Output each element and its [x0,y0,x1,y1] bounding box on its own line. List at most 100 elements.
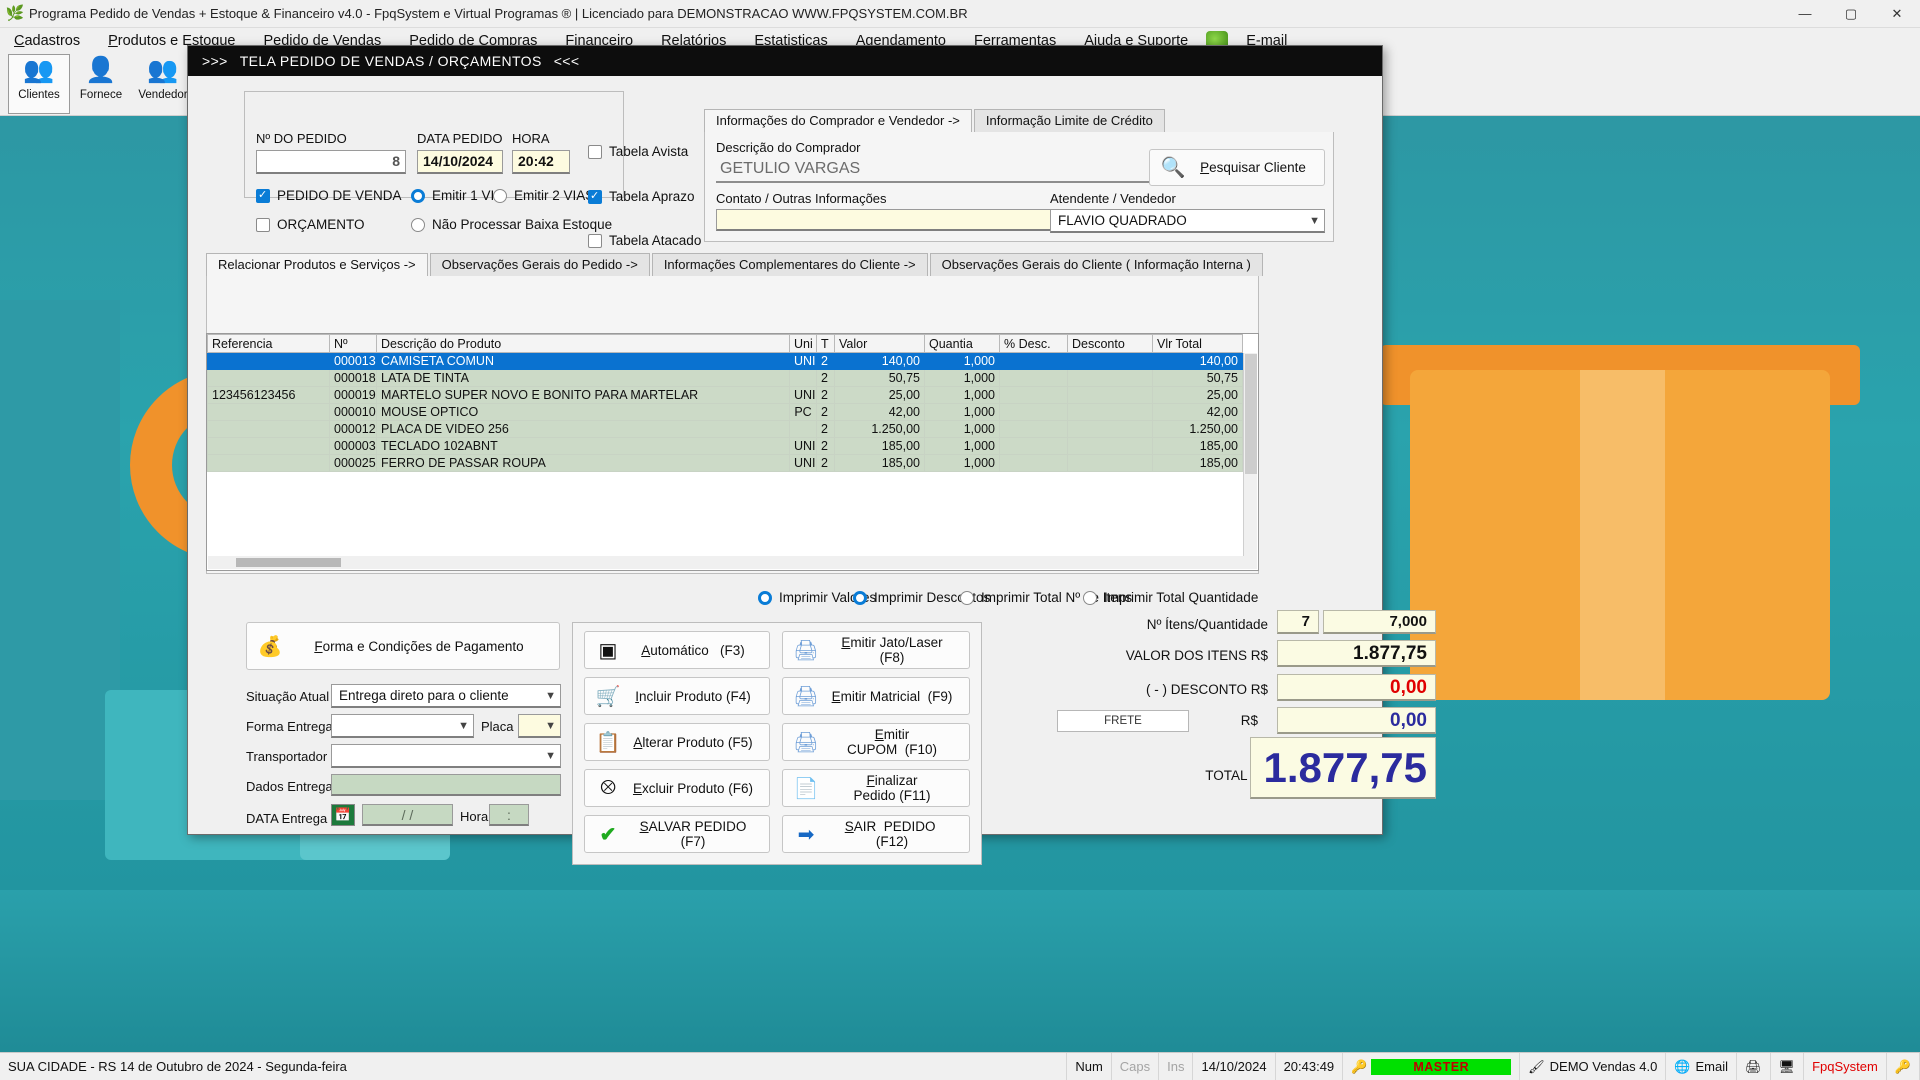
tab-informacoes-complementares-cliente[interactable]: Informações Complementares do Cliente -> [651,253,928,276]
cell-perc-desc [999,437,1068,455]
tab-observacoes-gerais-pedido[interactable]: Observações Gerais do Pedido -> [429,253,650,276]
hora-pedido-input[interactable]: 20:42 [512,150,570,174]
tabela-atacado-label: Tabela Atacado [609,233,702,248]
table-row[interactable]: 000013 CAMISETA COMUN UNI 2 140,00 1,000… [207,352,1243,370]
cell-descricao: TECLADO 102ABNT [376,437,790,455]
forma-condicoes-pagamento-button[interactable]: 💰 Forma e Condições de Pagamento [246,622,560,670]
situacao-atual-select[interactable]: Entrega direto para o cliente ▼ [331,684,561,708]
alterar-produto-f5-button[interactable]: 📋 Alterar Produto (F5) [584,723,770,761]
printer-icon[interactable]: 🖨 [1737,1053,1771,1080]
minimize-button[interactable]: — [1782,0,1828,28]
forma-entrega-select[interactable]: ▼ [331,714,474,738]
cell-quantia: 1,000 [924,352,1000,370]
dados-entrega-input[interactable] [331,774,561,796]
hora-entrega-input[interactable]: : [489,804,529,826]
grid-col-quantia[interactable]: Quantia [924,334,1000,353]
tab-informacao-limite-credito[interactable]: Informação Limite de Crédito [973,109,1165,132]
table-row[interactable]: 000003 TECLADO 102ABNT UNI 2 185,00 1,00… [207,437,1243,455]
tabela-avista-checkbox-box[interactable] [588,144,602,159]
grid-col-valor[interactable]: Valor [834,334,925,353]
frete-button[interactable]: FRETE [1057,710,1189,732]
radio-emitir-2-vias[interactable]: Emitir 2 VIAS [493,188,594,203]
numero-pedido-input[interactable]: 8 [256,150,406,174]
emitir-jato-laser-f8-button[interactable]: 🖨 Emitir Jato/Laser (F8) [782,631,970,669]
network-icon[interactable]: 🖥 [1771,1053,1805,1080]
close-button[interactable]: ✕ [1874,0,1920,28]
cell-perc-desc [999,420,1068,438]
table-row[interactable]: 000010 MOUSE OPTICO PC 2 42,00 1,000 42,… [207,403,1243,421]
emitir-matricial-f9-button[interactable]: 🖨 Emitir Matricial (F9) [782,677,970,715]
pedido-venda-checkbox-box[interactable] [256,188,270,203]
grid-col-t[interactable]: T [816,334,835,353]
grid-hscroll-thumb[interactable] [236,558,341,567]
grid-col-descricao[interactable]: Descrição do Produto [376,334,790,353]
menu-item-cadastros[interactable]: CCadastrosadastros [0,31,94,51]
tabela-aprazo-checkbox-box[interactable] [588,189,602,204]
data-pedido-input[interactable]: 14/10/2024 [417,150,503,174]
finalizar-pedido-f11-button[interactable]: 📄 Finalizar Pedido (F11) [782,769,970,807]
checkbox-tabela-avista[interactable]: Tabela Avista [588,144,688,159]
sair-pedido-f12-button[interactable]: ➡ SAIR PEDIDO (F12) [782,815,970,853]
grid-col-vlr-total[interactable]: Vlr Total [1152,334,1243,353]
data-entrega-input[interactable]: / / [362,804,453,826]
nao-processar-baixa-radio[interactable] [411,217,425,232]
cell-desconto [1067,352,1153,370]
imprimir-total-quantidade-radio[interactable] [1083,590,1097,605]
salvar-pedido-f7-button[interactable]: ✔ SALVAR PEDIDO (F7) [584,815,770,853]
toolbar-item-clientes[interactable]: 👥 Clientes [8,54,70,114]
checkbox-tabela-aprazo[interactable]: Tabela Aprazo [588,189,695,204]
checkbox-orcamento[interactable]: ORÇAMENTO [256,217,365,232]
emitir-2-vias-radio[interactable] [493,188,507,203]
emitir-1-via-radio[interactable] [411,188,425,203]
tab-informacoes-comprador-vendedor[interactable]: Informações do Comprador e Vendedor -> [704,109,972,133]
imprimir-valores-radio[interactable] [758,590,772,605]
radio-emitir-1-via[interactable]: Emitir 1 VIA [411,188,503,203]
emitir-cupom-f10-button[interactable]: 🖨 Emitir CUPOM (F10) [782,723,970,761]
grid-col-numero[interactable]: Nº [329,334,377,353]
cell-uni: UNI [789,437,817,455]
emitir-2-vias-label: Emitir 2 VIAS [514,188,595,203]
table-row[interactable]: 123456123456 000019 MARTELO SUPER NOVO E… [207,386,1243,404]
grid-horizontal-scrollbar[interactable] [208,556,1244,569]
valor-itens-value: 1.877,75 [1277,640,1436,667]
transportador-select[interactable]: ▼ [331,744,561,768]
status-email-cell[interactable]: 🌐 Email [1666,1053,1738,1080]
tab-relacionar-produtos-servicos[interactable]: Relacionar Produtos e Serviços -> [206,253,428,277]
table-row[interactable]: 000012 PLACA DE VIDEO 256 2 1.250,00 1,0… [207,420,1243,438]
grid-col-desconto[interactable]: Desconto [1067,334,1153,353]
checkbox-tabela-atacado[interactable]: Tabela Atacado [588,233,701,248]
toolbar-item-vendedor[interactable]: 👥 Vendedor [132,54,194,114]
radio-imprimir-total-quantidade[interactable]: Imprimir Total Quantidade [1083,590,1258,605]
cell-descricao: MOUSE OPTICO [376,403,790,421]
excluir-produto-f6-button[interactable]: ⮾ Excluir Produto (F6) [584,769,770,807]
imprimir-descontos-radio[interactable] [853,590,867,605]
calendar-icon[interactable]: 📅 [331,804,355,826]
automatico-f3-button[interactable]: ▣ Automático (F3) [584,631,770,669]
grid-vscroll-thumb[interactable] [1245,354,1257,474]
radio-nao-processar-baixa[interactable]: Não Processar Baixa Estoque [411,217,612,232]
cell-valor: 185,00 [834,454,925,472]
products-tabstrip[interactable]: Relacionar Produtos e Serviços -> Observ… [206,253,1263,277]
desconto-value: 0,00 [1277,674,1436,701]
tab-observacoes-gerais-cliente[interactable]: Observações Gerais do Cliente ( Informaç… [929,253,1263,276]
checkbox-pedido-venda[interactable]: PEDIDO DE VENDA [256,188,402,203]
maximize-button[interactable]: ▢ [1828,0,1874,28]
grid-vertical-scrollbar[interactable] [1243,353,1257,569]
atendente-vendedor-select[interactable]: FLAVIO QUADRADO ▼ [1050,209,1325,233]
user-key-icon[interactable]: 🔑 [1887,1053,1920,1080]
grid-col-uni[interactable]: Uni [789,334,817,353]
incluir-produto-f4-button[interactable]: 🛒 Incluir Produto (F4) [584,677,770,715]
pesquisar-cliente-button[interactable]: 🔍 Pesquisar Cliente [1149,149,1325,186]
table-row[interactable]: 000018 LATA DE TINTA 2 50,75 1,000 50,75 [207,369,1243,387]
orcamento-checkbox-box[interactable] [256,217,270,232]
buyer-tabstrip[interactable]: Informações do Comprador e Vendedor -> I… [704,109,1334,133]
products-grid[interactable]: Referencia Nº Descrição do Produto Uni T… [206,333,1259,571]
table-row[interactable]: 000025 FERRO DE PASSAR ROUPA UNI 2 185,0… [207,454,1243,472]
tabela-atacado-checkbox-box[interactable] [588,233,602,248]
toolbar-item-fornece[interactable]: 👤 Fornece [70,54,132,114]
imprimir-total-itens-radio[interactable] [960,590,974,605]
grid-col-referencia[interactable]: Referencia [207,334,330,353]
placa-select[interactable]: ▼ [518,714,561,738]
supplier-person-icon: 👤 [85,56,117,84]
grid-col-perc-desc[interactable]: % Desc. [999,334,1068,353]
